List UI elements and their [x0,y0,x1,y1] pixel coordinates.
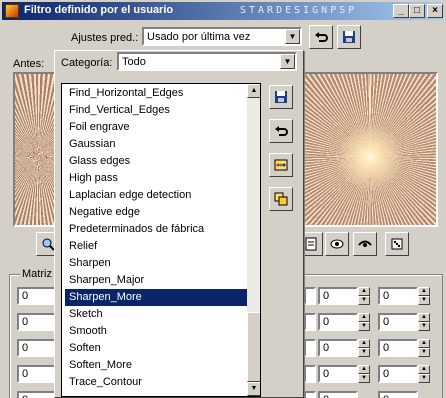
zoom-icon [42,238,55,251]
undo-arrow-icon [275,126,288,136]
floppy-icon [275,91,287,103]
undo-filter-button[interactable] [269,119,293,143]
filter-list-item[interactable]: Gaussian [65,136,247,153]
copy-filter-button[interactable] [269,187,293,211]
spin-buttons[interactable]: ▲ ▼ [358,339,370,357]
preview-toggle-icon [305,237,317,251]
filter-list-item[interactable]: Negative edge [65,204,247,221]
filter-list-item[interactable]: Sharpen_More [65,289,247,306]
category-value: Todo [122,56,146,68]
scroll-up-button[interactable]: ▲ [247,84,260,98]
undo-arrow-icon [315,32,328,42]
randomize-button[interactable] [385,232,409,256]
matrix-field[interactable]: 0 [17,391,57,398]
filter-list-item[interactable]: Trace_Contour [65,374,247,391]
filter-list-item[interactable]: Smooth [65,323,247,340]
filter-browser-popup: Categoría: Todo ▼ Find_Horizontal_Edges F… [54,50,304,398]
matrix-field[interactable] [304,313,316,331]
presets-value: Usado por última vez [147,31,251,43]
filter-list-item[interactable]: Sketch [65,306,247,323]
eye-button[interactable] [353,232,377,256]
scroll-down-button[interactable]: ▼ [247,382,260,396]
minimize-button[interactable]: _ [393,4,409,18]
filter-list-item[interactable]: High pass [65,170,247,187]
matrix-field[interactable]: 0 [318,391,358,398]
filter-list-item[interactable]: Find_Horizontal_Edges [65,85,247,102]
floppy-icon [343,31,355,43]
matrix-field[interactable]: 0 [378,287,418,305]
app-icon [5,4,19,18]
filter-list-item[interactable]: Laplacian edge detection [65,187,247,204]
matrix-field[interactable]: 0 [378,339,418,357]
spin-buttons[interactable]: ▲ ▼ [418,339,430,357]
matrix-field[interactable]: 0 [318,339,358,357]
matrix-field[interactable] [304,391,316,398]
filter-list-item[interactable]: Soften [65,340,247,357]
matrix-field[interactable] [304,365,316,383]
filter-list-item[interactable]: Relief [65,238,247,255]
matrix-field[interactable]: 0 [318,287,358,305]
spin-buttons[interactable]: ▲ ▼ [418,313,430,331]
after-preview [302,72,438,227]
spin-buttons[interactable]: ▲ ▼ [358,365,370,383]
spin-buttons[interactable]: ▲ ▼ [418,365,430,383]
matrix-field[interactable]: 0 [318,365,358,383]
filter-list-item[interactable]: Soften_More [65,357,247,374]
matrix-field[interactable]: 0 [17,313,57,331]
save-filter-button[interactable] [269,85,293,109]
spin-buttons[interactable]: ▲ ▼ [418,287,430,305]
category-combo[interactable]: Todo ▼ [117,52,297,71]
category-label: Categoría: [61,57,113,69]
reset-button[interactable] [309,25,333,49]
filter-list-item[interactable]: Find_Vertical_Edges [65,102,247,119]
dice-icon [391,238,403,250]
spin-buttons[interactable]: ▲ ▼ [358,313,370,331]
filter-list-item[interactable]: Glass edges [65,153,247,170]
spin-buttons[interactable]: ▲ ▼ [358,287,370,305]
filter-dialog: Filtro definido por el usuario STARDESIG… [0,0,446,398]
matrix-field[interactable] [304,339,316,357]
presets-combo[interactable]: Usado por última vez ▼ [142,27,302,46]
matrix-field[interactable]: 0 [378,391,418,398]
maximize-button[interactable]: □ [409,4,425,18]
matrix-field[interactable]: 0 [378,313,418,331]
brand-watermark: STARDESIGNPSP [240,5,358,16]
filter-list-item[interactable]: Foil engrave [65,119,247,136]
filter-palette-icon [274,159,288,171]
eye-lock-button[interactable] [325,232,349,256]
filter-list-scrollbar[interactable]: ▲ ▼ [247,84,260,396]
matrix-field[interactable]: 0 [17,339,57,357]
eye-icon [330,239,344,249]
copy-layers-icon [274,192,288,206]
filter-list-item[interactable]: Sharpen_Major [65,272,247,289]
chevron-down-icon[interactable]: ▼ [280,54,295,69]
eye-icon [358,240,372,247]
chevron-down-icon[interactable]: ▼ [285,29,300,44]
matrix-field[interactable]: 0 [378,365,418,383]
scroll-thumb[interactable] [247,312,260,382]
filter-list-item[interactable]: Sharpen [65,255,247,272]
filter-palette-button[interactable] [269,153,293,177]
matrix-field[interactable]: 0 [17,365,57,383]
matrix-field[interactable]: 0 [318,313,358,331]
matrix-field[interactable]: 0 [17,287,57,305]
filter-list-item[interactable]: Predeterminados de fábrica [65,221,247,238]
save-preset-button[interactable] [337,25,361,49]
title-bar[interactable]: Filtro definido por el usuario STARDESIG… [2,2,444,20]
filter-list[interactable]: Find_Horizontal_Edges Find_Vertical_Edges… [61,83,261,397]
before-label: Antes: [13,58,45,70]
matrix-field[interactable] [304,287,316,305]
window-title: Filtro definido por el usuario [24,4,174,16]
presets-label: Ajustes pred.: [71,32,139,44]
close-button[interactable]: × [427,4,443,18]
